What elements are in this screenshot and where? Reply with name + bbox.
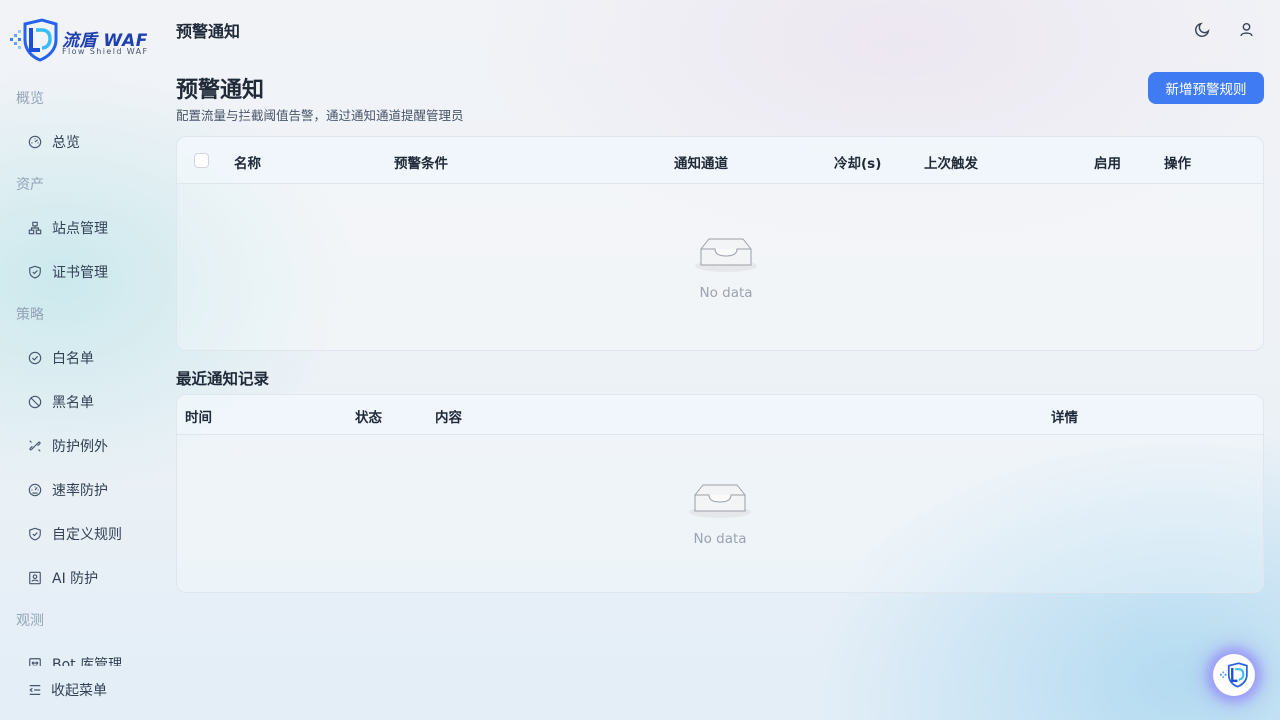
logo-subtitle: Flow Shield WAF bbox=[62, 47, 149, 56]
column-header-cooldown[interactable]: 冷却(s) bbox=[834, 152, 881, 172]
column-header-name[interactable]: 名称 bbox=[234, 152, 261, 172]
menu-fold-icon bbox=[29, 685, 41, 695]
unlink-icon bbox=[28, 439, 42, 453]
sidebar-item-exceptions[interactable]: 防护例外 bbox=[0, 424, 160, 468]
column-header-details[interactable]: 详情 bbox=[1051, 406, 1078, 426]
sidebar-item-rate-limit[interactable]: 速率防护 bbox=[0, 468, 160, 512]
user-menu-button[interactable] bbox=[1233, 16, 1259, 42]
table-header: 时间 状态 内容 详情 bbox=[177, 395, 1263, 435]
column-header-content[interactable]: 内容 bbox=[435, 406, 462, 426]
collapse-menu-button[interactable]: 收起菜单 bbox=[28, 680, 107, 700]
sidebar-item-label: 防护例外 bbox=[52, 439, 108, 455]
sidebar-nav: 概览 总览 资产 站点管理 证书管理 策略 白名单 黑名单 防护例外 速率防护 … bbox=[0, 78, 160, 666]
sidebar-item-sites[interactable]: 站点管理 bbox=[0, 206, 160, 250]
dashboard-icon bbox=[28, 135, 42, 149]
sidebar-item-label: AI 防护 bbox=[52, 571, 99, 587]
notification-records-table: 时间 状态 内容 详情 No data bbox=[176, 394, 1264, 593]
sidebar-item-blacklist[interactable]: 黑名单 bbox=[0, 380, 160, 424]
sitemap-icon bbox=[28, 221, 42, 235]
nav-group-overview: 概览 bbox=[16, 91, 44, 107]
column-header-time[interactable]: 时间 bbox=[185, 406, 212, 426]
select-all-checkbox[interactable] bbox=[194, 153, 209, 168]
column-header-condition[interactable]: 预警条件 bbox=[394, 152, 448, 172]
empty-text: No data bbox=[699, 285, 753, 301]
sidebar-item-label: 证书管理 bbox=[52, 265, 108, 281]
empty-text: No data bbox=[693, 531, 747, 547]
column-header-enabled[interactable]: 启用 bbox=[1094, 152, 1121, 172]
nav-group-observe: 观测 bbox=[16, 613, 44, 629]
sidebar-item-dashboard[interactable]: 总览 bbox=[0, 120, 160, 164]
moon-icon bbox=[1194, 22, 1209, 37]
table-header: 名称 预警条件 通知通道 冷却(s) 上次触发 启用 操作 bbox=[177, 137, 1263, 184]
logo-shield-icon bbox=[10, 18, 58, 62]
collapse-menu-label: 收起菜单 bbox=[51, 683, 107, 699]
sidebar-item-custom-rules[interactable]: 自定义规则 bbox=[0, 512, 160, 556]
column-header-status[interactable]: 状态 bbox=[355, 406, 382, 426]
empty-inbox-icon bbox=[695, 238, 757, 272]
sidebar-item-whitelist[interactable]: 白名单 bbox=[0, 336, 160, 380]
column-header-channel[interactable]: 通知通道 bbox=[674, 152, 728, 172]
page-description: 配置流量与拦截阈值告警，通过通知通道提醒管理员 bbox=[176, 108, 464, 123]
sidebar-item-label: 站点管理 bbox=[52, 221, 108, 237]
sidebar-item-bot-library[interactable]: Bot 库管理 bbox=[0, 642, 160, 666]
empty-state: No data bbox=[684, 231, 768, 301]
add-alert-rule-button[interactable]: 新增预警规则 bbox=[1148, 72, 1264, 104]
alert-rules-table: 名称 预警条件 通知通道 冷却(s) 上次触发 启用 操作 No data bbox=[176, 136, 1264, 351]
empty-inbox-icon bbox=[689, 484, 751, 518]
page-title: 预警通知 bbox=[176, 78, 265, 103]
shield-check-icon bbox=[28, 265, 42, 279]
sidebar-item-label: 黑名单 bbox=[52, 395, 94, 411]
bot-icon bbox=[28, 657, 42, 666]
sidebar-item-certificates[interactable]: 证书管理 bbox=[0, 250, 160, 294]
sidebar-item-label: 自定义规则 bbox=[52, 527, 122, 543]
assistant-floating-button[interactable] bbox=[1213, 654, 1255, 696]
sidebar-item-label: Bot 库管理 bbox=[52, 657, 123, 666]
sidebar-item-label: 白名单 bbox=[52, 351, 94, 367]
ban-icon bbox=[28, 395, 42, 409]
column-header-last-triggered[interactable]: 上次触发 bbox=[924, 152, 978, 172]
check-circle-icon bbox=[28, 351, 42, 365]
user-icon bbox=[1239, 22, 1253, 36]
nav-group-policy: 策略 bbox=[16, 307, 44, 323]
sidebar-item-label: 速率防护 bbox=[52, 483, 108, 499]
column-header-actions[interactable]: 操作 bbox=[1164, 152, 1191, 172]
sidebar-item-ai-protection[interactable]: AI 防护 bbox=[0, 556, 160, 600]
logo-shield-icon bbox=[1220, 662, 1248, 688]
robot-icon bbox=[28, 571, 42, 585]
theme-toggle-button[interactable] bbox=[1189, 16, 1215, 42]
header-title: 预警通知 bbox=[176, 22, 241, 41]
sidebar: 流盾 WAF Flow Shield WAF 概览 总览 资产 站点管理 证书管… bbox=[0, 0, 160, 720]
app-logo[interactable]: 流盾 WAF Flow Shield WAF bbox=[10, 18, 155, 62]
empty-state: No data bbox=[678, 477, 762, 547]
section-title-recent-notifications: 最近通知记录 bbox=[176, 370, 270, 388]
sidebar-item-label: 总览 bbox=[52, 135, 80, 151]
shield-check-icon bbox=[28, 527, 42, 541]
nav-group-assets: 资产 bbox=[16, 177, 44, 193]
speedometer-icon bbox=[28, 483, 42, 497]
